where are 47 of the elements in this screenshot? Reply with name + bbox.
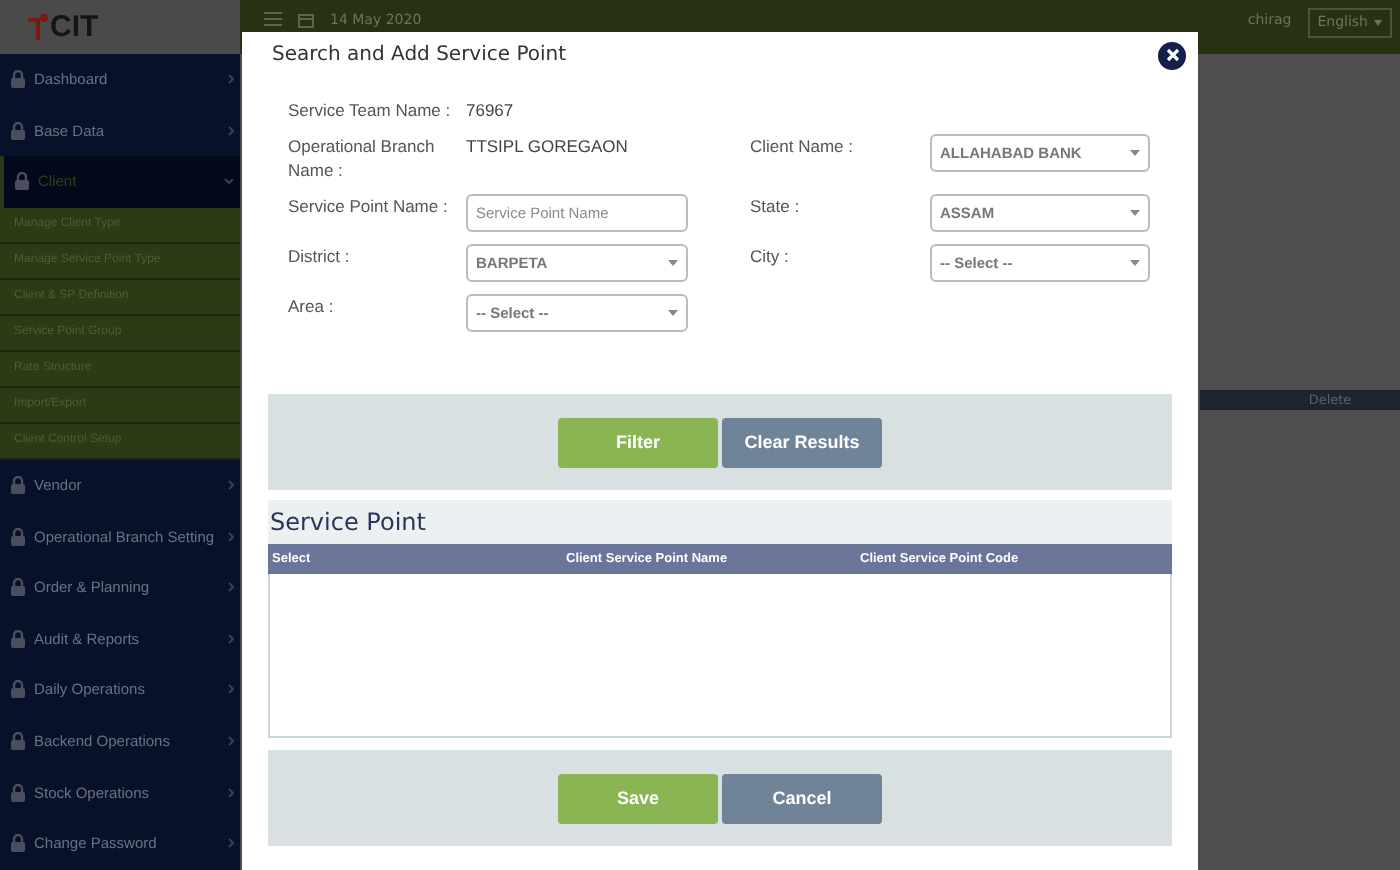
filter-button[interactable]: Clear Results — [722, 417, 882, 467]
field-value: 76967 — [466, 98, 514, 122]
lock-icon — [10, 121, 26, 140]
caret-icon — [1130, 150, 1140, 156]
chevron-right-icon — [228, 736, 234, 747]
lock-icon — [10, 629, 26, 648]
caret-icon — [1130, 210, 1140, 216]
lock-icon — [10, 578, 26, 597]
lock-icon — [10, 834, 26, 853]
action-button[interactable]: Cancel — [722, 773, 882, 823]
caret-icon — [1130, 260, 1140, 266]
lock-icon — [10, 732, 26, 751]
close-button[interactable] — [1158, 41, 1186, 69]
calendar-icon — [298, 12, 314, 28]
section-title: Service Point — [268, 506, 428, 540]
lock-icon — [10, 783, 26, 802]
dialog-title: Search and Add Service Point — [272, 44, 567, 66]
chevron-right-icon — [228, 480, 234, 491]
field-label: District : — [288, 244, 352, 268]
caret-icon — [668, 310, 678, 316]
caret-icon — [668, 260, 678, 266]
lock-icon — [10, 70, 26, 89]
action-button[interactable]: Save — [558, 773, 718, 823]
field-label: Operational Branch Name : — [288, 134, 437, 182]
field-value: TTSIPL GOREGAON — [466, 134, 628, 158]
chevron-right-icon — [228, 633, 234, 644]
chevron-right-icon — [228, 787, 234, 798]
filter-button[interactable]: Filter — [558, 417, 718, 467]
field-label: City : — [750, 244, 791, 268]
field-label: Service Team Name : — [288, 98, 453, 122]
chevron-right-icon — [228, 582, 234, 593]
chevron-right-icon — [228, 838, 234, 849]
lock-icon — [10, 476, 26, 495]
close-icon — [1165, 48, 1179, 62]
field-label: Client Name : — [750, 134, 855, 158]
chevron-right-icon — [228, 74, 234, 85]
chevron-right-icon — [228, 125, 234, 136]
caret-icon — [1374, 20, 1382, 26]
field-label: Area : — [288, 294, 336, 318]
lock-icon — [10, 680, 26, 699]
chevron-down-icon — [224, 178, 234, 185]
chevron-right-icon — [228, 684, 234, 695]
lock-icon — [14, 172, 30, 191]
lock-icon — [10, 527, 26, 546]
field-label: State : — [750, 194, 802, 218]
chevron-right-icon — [228, 531, 234, 542]
field-label: Service Point Name : — [288, 194, 450, 218]
